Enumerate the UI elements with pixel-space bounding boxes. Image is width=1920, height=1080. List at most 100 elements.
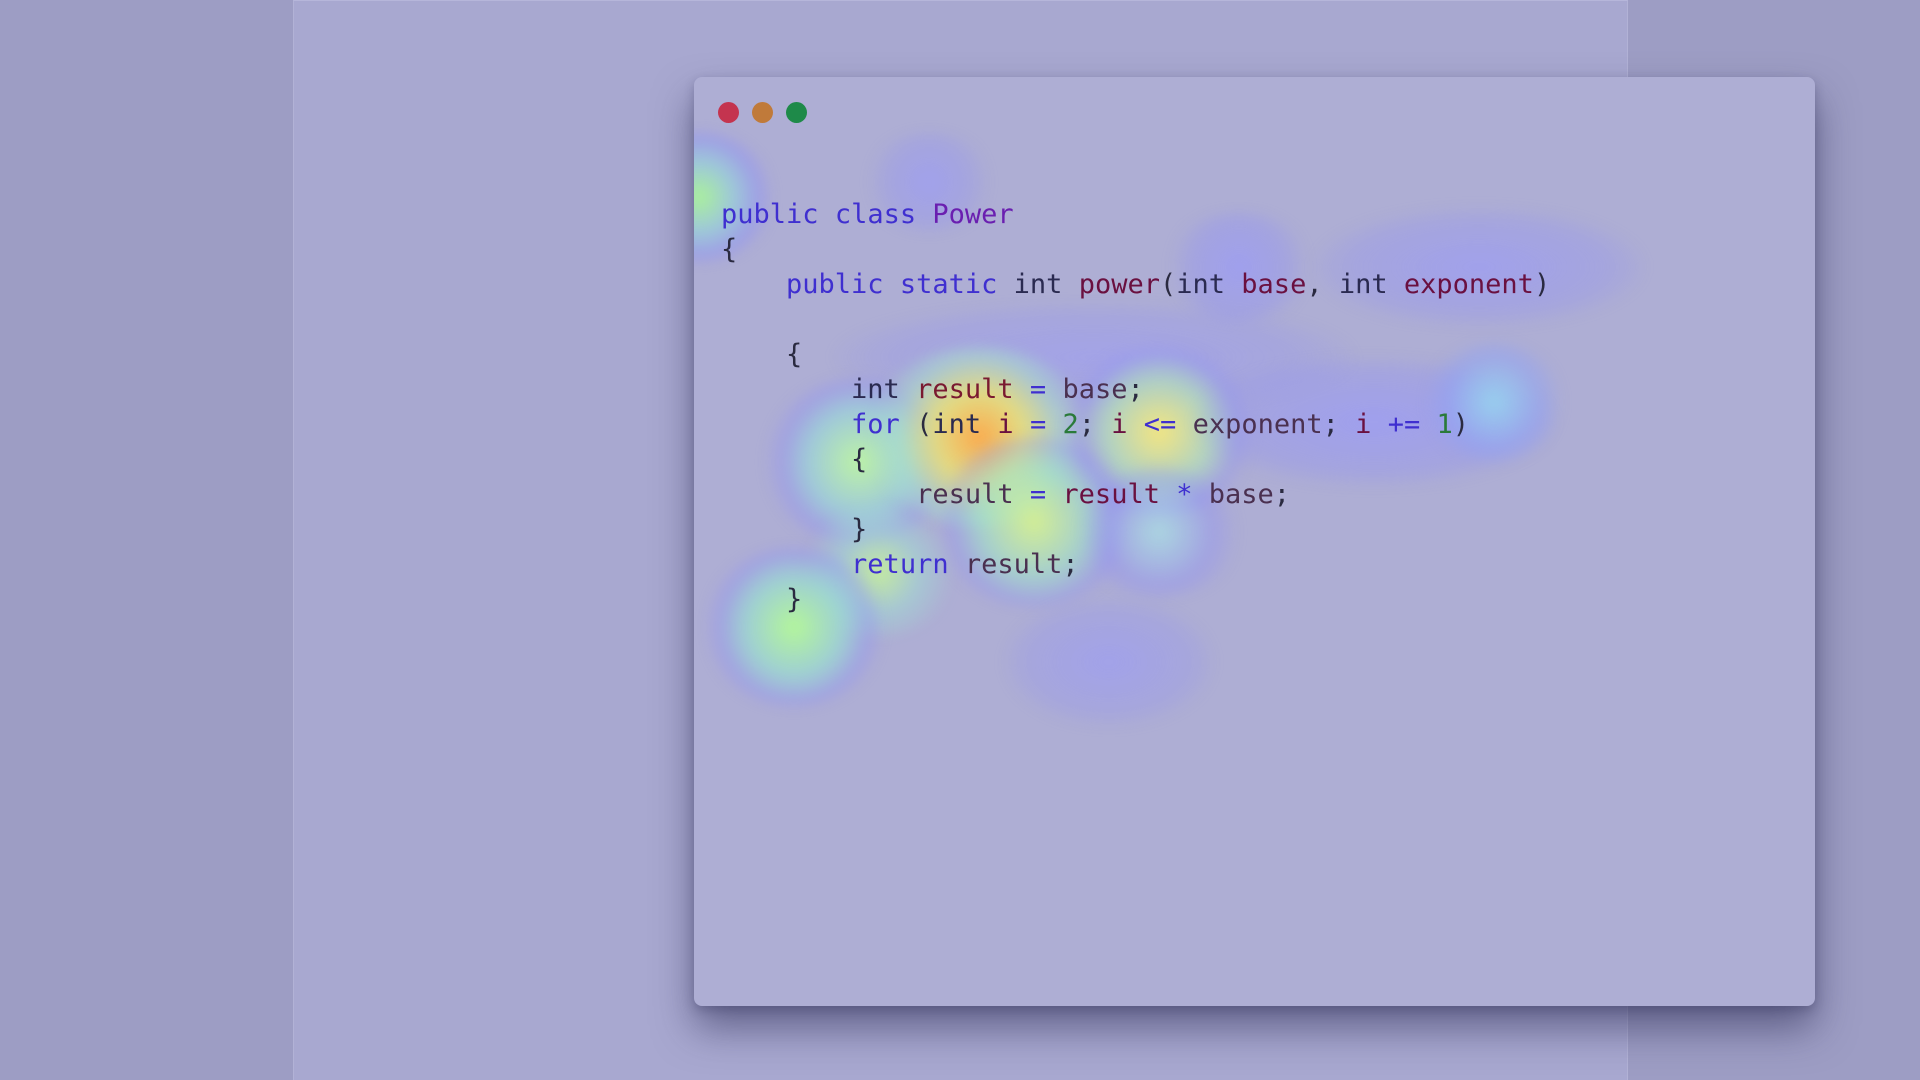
code-token: +=	[1387, 409, 1421, 440]
code-token: static	[899, 269, 998, 300]
code-line: return result;	[721, 547, 1550, 582]
code-token: exponent	[1192, 409, 1323, 440]
code-token: return	[851, 549, 949, 580]
code-token: ;	[1273, 479, 1291, 510]
code-token: result	[916, 374, 1014, 405]
code-token: 2	[1062, 409, 1079, 440]
code-token: {	[786, 339, 803, 370]
code-token: result	[916, 479, 1014, 510]
code-token: ,	[1306, 269, 1339, 300]
code-token: int	[932, 409, 982, 440]
code-token: ;	[1078, 409, 1095, 440]
code-token: result	[964, 549, 1063, 580]
code-token: ;	[1127, 374, 1144, 405]
code-line: int result = base;	[721, 372, 1550, 407]
code-token: 1	[1436, 409, 1453, 440]
code-token: (	[916, 409, 933, 440]
code-token: int	[1338, 269, 1388, 300]
code-token: =	[1029, 479, 1047, 510]
code-token: public	[786, 269, 884, 300]
code-line: }	[721, 582, 1550, 617]
code-token: *	[1176, 479, 1193, 510]
code-token: <=	[1143, 409, 1177, 440]
code-token: )	[1452, 409, 1469, 440]
code-token: int	[1176, 269, 1226, 300]
code-token: result	[1062, 479, 1160, 510]
code-token: }	[786, 584, 803, 615]
code-token: base	[1241, 269, 1307, 300]
code-token: base	[1208, 479, 1274, 510]
code-token: int	[851, 374, 900, 405]
code-line: {	[721, 232, 1550, 267]
code-token: =	[1029, 374, 1047, 405]
code-token: int	[1013, 269, 1063, 300]
code-token: public	[721, 199, 819, 230]
presentation-stage: public class Power{ public static int po…	[293, 0, 1815, 1080]
code-line: result = result * base;	[721, 477, 1550, 512]
code-token: i	[1355, 409, 1372, 440]
code-line: public static int power(int base, int ex…	[721, 267, 1550, 302]
window-controls	[718, 102, 807, 123]
code-window: public class Power{ public static int po…	[694, 77, 1815, 1006]
close-dot-icon[interactable]	[718, 102, 739, 123]
code-token: ;	[1322, 409, 1339, 440]
code-token: {	[721, 234, 738, 265]
code-token: exponent	[1403, 269, 1534, 300]
code-token: )	[1533, 269, 1551, 300]
code-token: (	[1159, 269, 1177, 300]
code-line: for (int i = 2; i <= exponent; i += 1)	[721, 407, 1550, 442]
code-token: ;	[1062, 549, 1079, 580]
code-line: {	[721, 442, 1550, 477]
code-token: =	[1029, 409, 1047, 440]
code-token: i	[1111, 409, 1128, 440]
code-token: }	[851, 514, 868, 545]
code-token: {	[851, 444, 868, 475]
code-line: }	[721, 512, 1550, 547]
code-token: base	[1062, 374, 1128, 405]
code-token: i	[997, 409, 1014, 440]
code-token: class	[834, 199, 917, 230]
code-token: for	[851, 409, 900, 440]
code-token: power	[1078, 269, 1160, 300]
code-line: public class Power	[721, 197, 1550, 232]
code-block: public class Power{ public static int po…	[721, 197, 1550, 617]
minimize-dot-icon[interactable]	[752, 102, 773, 123]
maximize-dot-icon[interactable]	[786, 102, 807, 123]
code-line: {	[721, 337, 1550, 372]
